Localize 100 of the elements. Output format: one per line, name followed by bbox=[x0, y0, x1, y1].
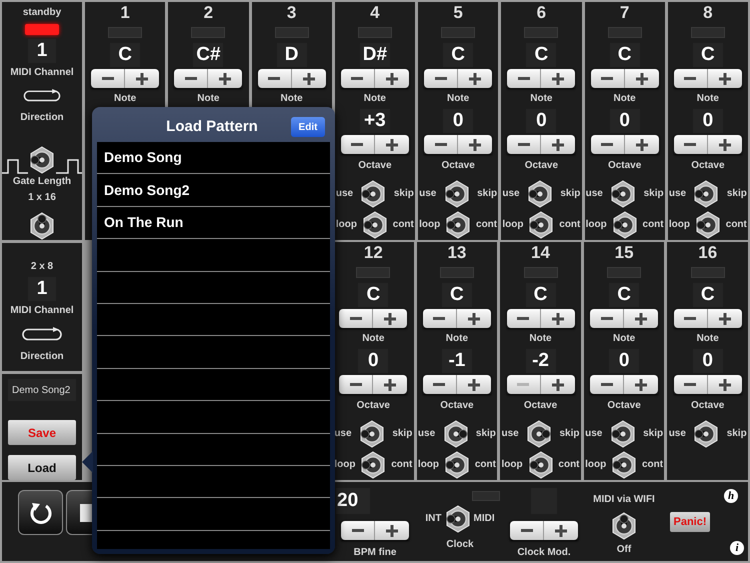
minus-button[interactable] bbox=[424, 69, 458, 88]
toggle-switch[interactable] bbox=[444, 505, 472, 533]
minus-button[interactable] bbox=[422, 375, 457, 394]
pattern-name-field[interactable]: Demo Song2 bbox=[8, 379, 76, 401]
plus-button[interactable] bbox=[708, 135, 742, 154]
minus-button[interactable] bbox=[174, 69, 208, 88]
plus-button[interactable] bbox=[374, 135, 409, 154]
minus-icon bbox=[102, 77, 114, 80]
midi-channel-label: MIDI Channel bbox=[10, 305, 74, 317]
plus-button[interactable] bbox=[624, 135, 659, 154]
toggle-switch[interactable] bbox=[526, 180, 554, 208]
minus-button[interactable] bbox=[674, 309, 708, 328]
toggle-switch[interactable] bbox=[527, 211, 556, 239]
plus-icon bbox=[635, 312, 648, 324]
minus-button[interactable] bbox=[422, 309, 457, 328]
minus-button[interactable] bbox=[590, 309, 624, 328]
toggle-switch[interactable] bbox=[360, 211, 389, 239]
toggle-switch[interactable] bbox=[442, 451, 471, 479]
toggle-switch[interactable] bbox=[610, 512, 638, 540]
minus-button[interactable] bbox=[507, 135, 542, 154]
switch-label: use bbox=[334, 428, 352, 440]
plus-button[interactable] bbox=[373, 375, 408, 394]
pattern-item[interactable]: Demo Song bbox=[97, 142, 330, 174]
direction-label: Direction bbox=[20, 351, 64, 363]
plus-button[interactable] bbox=[624, 309, 658, 328]
reset-button[interactable] bbox=[18, 490, 63, 535]
toggle-switch[interactable] bbox=[359, 180, 388, 208]
load-button[interactable]: Load bbox=[8, 455, 76, 480]
plus-button[interactable] bbox=[456, 375, 491, 394]
plus-icon bbox=[636, 138, 648, 150]
toggle-switch[interactable] bbox=[610, 211, 639, 239]
plus-icon bbox=[718, 312, 731, 324]
toggle-switch[interactable] bbox=[608, 420, 637, 448]
toggle-switch[interactable] bbox=[610, 451, 638, 479]
toggle-switch[interactable] bbox=[28, 146, 56, 174]
toggle-switch[interactable] bbox=[609, 180, 638, 208]
switch-label: cont bbox=[474, 459, 496, 471]
midi-channel-value: 1 bbox=[28, 277, 56, 301]
toggle-switch[interactable] bbox=[692, 180, 720, 208]
minus-button[interactable] bbox=[339, 309, 374, 328]
help-button[interactable]: h bbox=[724, 489, 738, 503]
plus-button[interactable] bbox=[458, 69, 492, 88]
minus-button[interactable] bbox=[507, 69, 542, 88]
minus-button[interactable] bbox=[590, 69, 625, 88]
plus-button[interactable] bbox=[373, 309, 408, 328]
pattern-item[interactable]: On The Run bbox=[97, 206, 330, 240]
minus-button[interactable] bbox=[506, 309, 541, 328]
minus-button[interactable] bbox=[258, 69, 292, 88]
plus-button[interactable] bbox=[541, 69, 576, 88]
toggle-switch[interactable] bbox=[526, 451, 555, 479]
plus-button[interactable] bbox=[208, 69, 242, 88]
toggle-switch[interactable] bbox=[694, 211, 722, 239]
plus-button[interactable] bbox=[125, 69, 160, 88]
minus-button[interactable] bbox=[590, 135, 625, 154]
toggle-switch[interactable] bbox=[442, 180, 471, 208]
plus-button[interactable] bbox=[456, 309, 491, 328]
pattern-item[interactable]: Demo Song2 bbox=[97, 174, 330, 207]
plus-button[interactable] bbox=[624, 69, 659, 88]
minus-button[interactable] bbox=[510, 521, 544, 540]
plus-button[interactable] bbox=[292, 69, 326, 88]
minus-button[interactable] bbox=[91, 69, 126, 88]
minus-button[interactable] bbox=[424, 135, 458, 154]
minus-button[interactable] bbox=[339, 375, 374, 394]
minus-button[interactable] bbox=[674, 135, 708, 154]
plus-button[interactable] bbox=[624, 375, 658, 394]
minus-button[interactable] bbox=[674, 69, 708, 88]
octave-label: Octave bbox=[608, 160, 642, 172]
toggle-switch[interactable] bbox=[692, 420, 720, 448]
switch-label: cont bbox=[642, 219, 664, 231]
step-number: 16 bbox=[698, 243, 718, 263]
minus-button[interactable] bbox=[590, 375, 624, 394]
note-label: Note bbox=[530, 93, 552, 105]
step-number: 14 bbox=[531, 243, 550, 263]
minus-icon bbox=[684, 77, 696, 80]
info-button[interactable]: i bbox=[730, 541, 744, 555]
minus-button[interactable] bbox=[340, 135, 375, 154]
plus-button[interactable] bbox=[540, 309, 575, 328]
plus-button[interactable] bbox=[544, 521, 578, 540]
toggle-switch[interactable] bbox=[525, 420, 554, 448]
toggle-switch[interactable] bbox=[444, 211, 472, 239]
minus-button[interactable] bbox=[340, 69, 375, 88]
toggle-switch[interactable] bbox=[28, 212, 56, 240]
plus-button[interactable] bbox=[540, 375, 575, 394]
plus-button[interactable] bbox=[708, 69, 742, 88]
plus-button[interactable] bbox=[458, 135, 492, 154]
edit-button[interactable]: Edit bbox=[291, 117, 325, 137]
toggle-switch[interactable] bbox=[359, 451, 388, 479]
note-label: Note bbox=[529, 333, 552, 345]
step-number: 6 bbox=[536, 3, 546, 23]
toggle-switch[interactable] bbox=[358, 420, 386, 448]
plus-button[interactable] bbox=[374, 69, 409, 88]
minus-icon bbox=[517, 317, 530, 320]
plus-button[interactable] bbox=[375, 521, 409, 540]
minus-button[interactable] bbox=[341, 521, 375, 540]
minus-button[interactable] bbox=[674, 375, 708, 394]
plus-button[interactable] bbox=[541, 135, 576, 154]
toggle-switch[interactable] bbox=[442, 420, 470, 448]
plus-button[interactable] bbox=[708, 309, 742, 328]
plus-button[interactable] bbox=[708, 375, 742, 394]
plus-icon bbox=[552, 312, 564, 324]
